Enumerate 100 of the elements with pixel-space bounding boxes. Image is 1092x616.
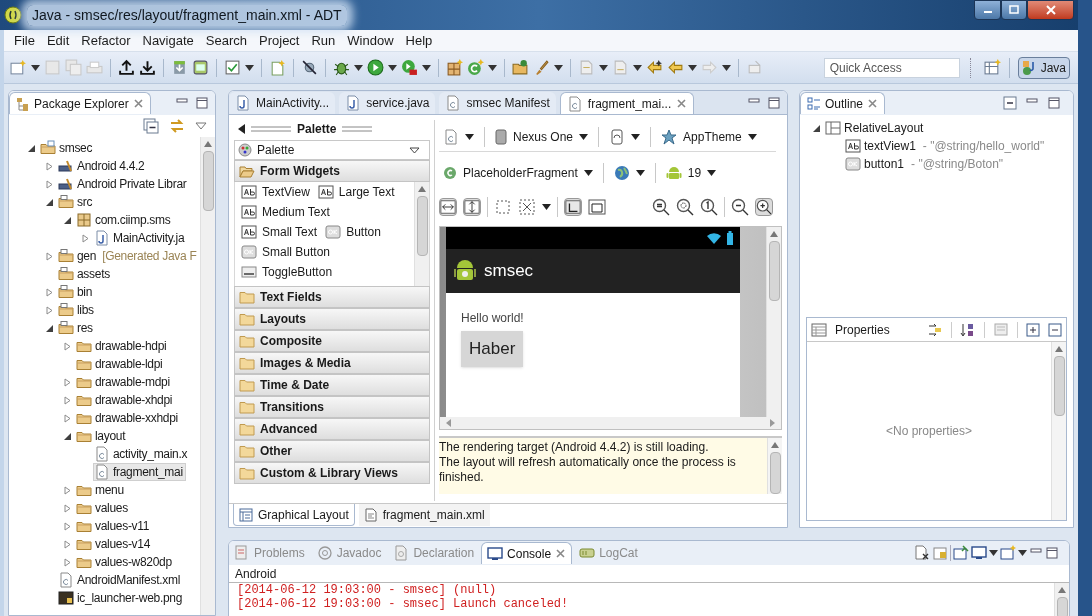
editor-tab[interactable]: fragment_mai... [559, 92, 695, 114]
menubar-entry[interactable]: Run [305, 30, 342, 51]
collapse-all-icon[interactable] [1003, 96, 1017, 110]
maximize-icon[interactable] [195, 96, 209, 110]
new-xml-icon[interactable] [269, 59, 286, 76]
tree-item[interactable]: Android Private Librar [77, 175, 187, 193]
layout-direction-icon[interactable] [564, 198, 582, 216]
view-menu-icon[interactable] [195, 122, 207, 130]
scrollbar[interactable] [200, 137, 215, 615]
layout-clip-icon[interactable] [588, 198, 606, 216]
palette-widget[interactable]: Button [325, 223, 381, 241]
tree-item[interactable]: drawable-hdpi [95, 337, 167, 355]
menubar-entry[interactable]: File [8, 30, 41, 51]
horizontal-scrollbar[interactable] [440, 417, 781, 429]
close-icon[interactable] [676, 98, 688, 109]
collapse-all-icon[interactable] [143, 118, 159, 134]
last-edit-icon[interactable] [646, 59, 663, 76]
palette-widget[interactable]: Small Text [241, 223, 318, 241]
sort-icon[interactable] [960, 321, 976, 338]
scrollbar[interactable] [1054, 583, 1069, 616]
close-icon[interactable] [132, 98, 144, 109]
expand-arrow-icon[interactable] [62, 539, 72, 549]
expand-arrow-icon[interactable] [62, 503, 72, 513]
maximize-icon[interactable] [767, 96, 781, 110]
scroll-right-icon[interactable] [770, 419, 775, 427]
tree-item[interactable]: textView1 [864, 137, 916, 155]
show-advanced-icon[interactable] [927, 321, 943, 338]
run-tool-icon[interactable] [401, 59, 418, 76]
scrollbar[interactable] [1051, 342, 1066, 520]
expand-arrow-icon[interactable] [62, 413, 72, 423]
pin-console-icon[interactable] [953, 545, 969, 561]
menubar-entry[interactable]: Navigate [136, 30, 200, 51]
fit-width-icon[interactable] [439, 198, 457, 216]
theme-dropdown[interactable]: AppTheme [657, 125, 761, 148]
tree-item[interactable]: drawable-ldpi [95, 355, 163, 373]
expand-arrow-icon[interactable] [44, 305, 54, 315]
menubar-entry[interactable]: Help [399, 30, 439, 51]
sdk-manager-icon[interactable] [171, 59, 188, 76]
run-icon[interactable] [367, 59, 384, 76]
maximize-icon[interactable] [1045, 546, 1059, 560]
palette-widget[interactable]: Medium Text [241, 203, 330, 221]
collapse-arrow-icon[interactable] [44, 323, 54, 333]
tree-item[interactable]: libs [77, 301, 94, 319]
tree-item[interactable]: ic_launcher-web.png [77, 589, 183, 607]
tree-item[interactable]: gen [77, 247, 97, 265]
device-manager-icon[interactable] [192, 59, 209, 76]
tree-item[interactable]: drawable-mdpi [95, 373, 170, 391]
palette-category[interactable]: Images & Media [234, 352, 430, 374]
zoom-actual-icon[interactable] [700, 198, 718, 216]
activity-dropdown[interactable]: PlaceholderFragment [439, 162, 597, 184]
menubar-entry[interactable]: Window [341, 30, 400, 51]
scroll-thumb[interactable] [202, 151, 214, 211]
tree-item[interactable]: values-v14 [95, 535, 151, 553]
zoom-out-icon[interactable] [731, 198, 749, 216]
new-class-icon[interactable] [467, 59, 484, 76]
scroll-thumb[interactable] [768, 241, 780, 301]
palette-category[interactable]: Time & Date [234, 374, 430, 396]
palette-widget[interactable]: ToggleButton [241, 263, 333, 281]
editor-tab[interactable]: service.java [339, 92, 436, 114]
zoom-fit-icon[interactable] [652, 198, 670, 216]
menubar-entry[interactable]: Project [253, 30, 306, 51]
tree-item[interactable]: bin [77, 283, 93, 301]
tree-item[interactable]: button1 [864, 155, 905, 173]
scroll-up-icon[interactable] [1058, 587, 1066, 593]
palette-category[interactable]: Text Fields [234, 286, 430, 308]
tree-item[interactable]: activity_main.x [113, 445, 188, 463]
zoom-in-icon[interactable] [755, 198, 773, 216]
menubar-entry[interactable]: Search [199, 30, 253, 51]
tree-item[interactable]: values-w820dp [95, 553, 172, 571]
palette-category[interactable]: Transitions [234, 396, 430, 418]
grip-icon[interactable] [251, 126, 291, 132]
expand-arrow-icon[interactable] [44, 251, 54, 261]
scrollbar[interactable] [414, 182, 429, 286]
scroll-up-icon[interactable] [771, 442, 779, 448]
expand-arrow-icon[interactable] [80, 233, 90, 243]
tree-item[interactable]: res [77, 319, 93, 337]
close-button[interactable] [1027, 0, 1074, 20]
open-perspective-icon[interactable] [983, 59, 1001, 76]
palette-dropdown[interactable]: Palette [234, 140, 430, 160]
palette-category[interactable]: Composite [234, 330, 430, 352]
maximize-button[interactable] [1001, 0, 1027, 20]
expand-arrow-icon[interactable] [62, 341, 72, 351]
editor-page-tab[interactable]: fragment_main.xml [358, 504, 490, 526]
close-icon[interactable] [555, 548, 567, 559]
collapse-palette-icon[interactable] [238, 124, 245, 134]
palette-category[interactable]: Advanced [234, 418, 430, 440]
expand-arrow-icon[interactable] [62, 395, 72, 405]
remove-launch-icon[interactable] [914, 545, 930, 561]
tree-item[interactable]: Android 4.4.2 [77, 157, 145, 175]
collapse-arrow-icon[interactable] [26, 143, 36, 153]
close-icon[interactable] [867, 98, 879, 109]
scroll-thumb[interactable] [769, 452, 781, 494]
open-console-icon[interactable] [1000, 545, 1016, 561]
menubar-entry[interactable]: Refactor [75, 30, 137, 51]
maximize-icon[interactable] [1047, 96, 1061, 110]
tree-item[interactable]: values-v11 [95, 517, 150, 535]
scroll-left-icon[interactable] [446, 419, 451, 427]
scroll-up-icon[interactable] [1055, 346, 1063, 352]
scrollbar[interactable] [766, 227, 781, 417]
editor-tab[interactable]: MainActivity... [229, 92, 336, 114]
